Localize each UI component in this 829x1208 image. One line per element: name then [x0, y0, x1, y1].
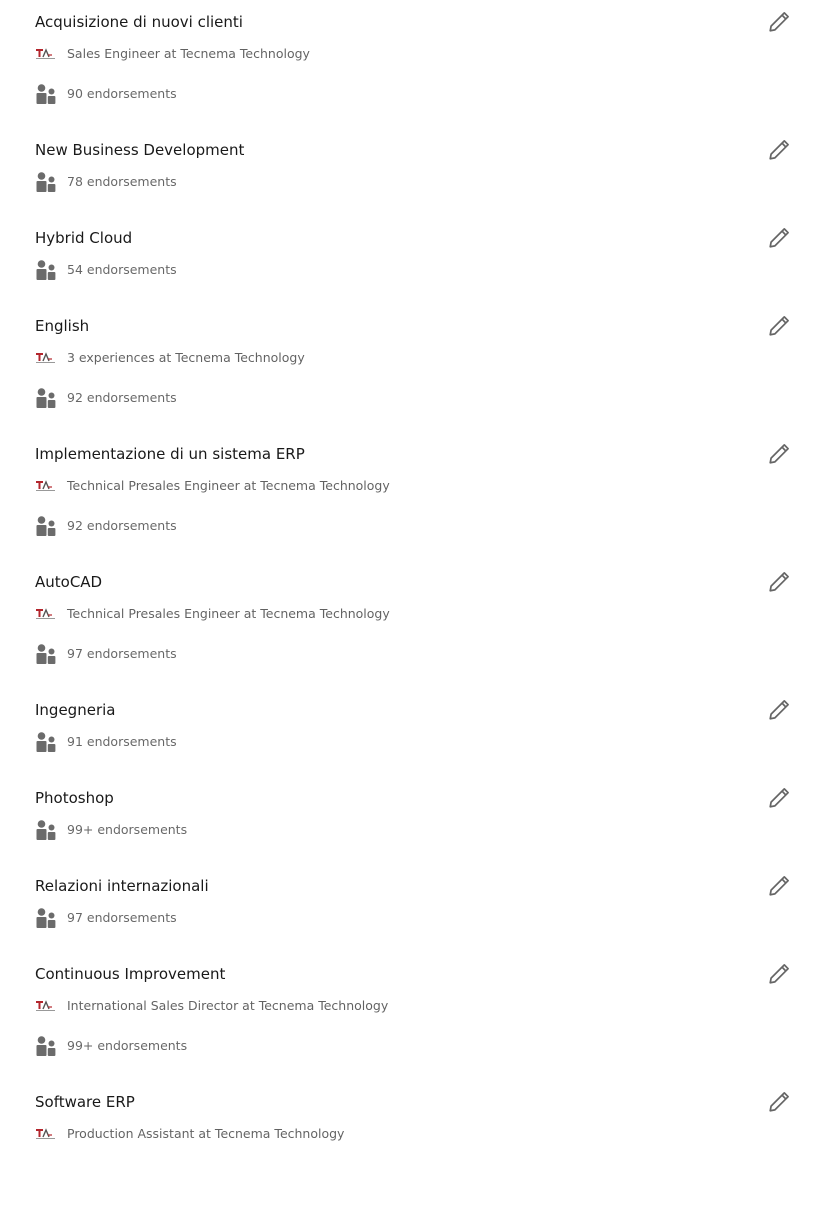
people-icon [35, 514, 57, 538]
edit-skill-button[interactable] [766, 697, 792, 723]
company-logo-icon [35, 474, 57, 498]
skill-endorsements-row[interactable]: 91 endorsements [35, 730, 177, 754]
edit-skill-button[interactable] [766, 961, 792, 987]
skill-title[interactable]: Relazioni internazionali [35, 876, 209, 896]
skill-item: Hybrid Cloud 54 endorsements [0, 216, 829, 304]
people-icon [35, 1034, 57, 1058]
skill-item: Relazioni internazionali 97 endorsements [0, 864, 829, 952]
edit-skill-button[interactable] [766, 441, 792, 467]
pencil-icon [766, 1089, 792, 1115]
skill-item: Software ERP Production Assistant at Tecn… [0, 1080, 829, 1208]
skill-experience-text: Sales Engineer at Tecnema Technology [67, 46, 310, 61]
skill-title[interactable]: Ingegneria [35, 700, 115, 720]
edit-skill-button[interactable] [766, 313, 792, 339]
endorsement-count[interactable]: 99+ endorsements [67, 1038, 187, 1054]
endorsement-count[interactable]: 97 endorsements [67, 910, 177, 926]
endorsement-count[interactable]: 99+ endorsements [67, 822, 187, 838]
skill-experience-text: International Sales Director at Tecnema … [67, 998, 389, 1013]
people-icon [35, 82, 57, 106]
pencil-icon [766, 225, 792, 251]
company-logo-icon [35, 1122, 57, 1146]
skill-endorsements-row[interactable]: 54 endorsements [35, 258, 177, 282]
pencil-icon [766, 441, 792, 467]
endorsement-count[interactable]: 92 endorsements [67, 390, 177, 406]
skill-endorsements-row[interactable]: 97 endorsements [35, 642, 177, 666]
skill-title[interactable]: Software ERP [35, 1092, 135, 1112]
skill-experience-text: Production Assistant at Tecnema Technolo… [67, 1126, 345, 1141]
company-logo-icon [35, 602, 57, 626]
endorsement-count[interactable]: 90 endorsements [67, 86, 177, 102]
skill-item: Photoshop 99+ endorsements [0, 776, 829, 864]
people-icon [35, 258, 57, 282]
skill-title[interactable]: New Business Development [35, 140, 244, 160]
skill-endorsements-row[interactable]: 92 endorsements [35, 386, 177, 410]
people-icon [35, 170, 57, 194]
endorsement-count[interactable]: 91 endorsements [67, 734, 177, 750]
skill-item: English 3 experiences at Tecnema Technolo… [0, 304, 829, 432]
pencil-icon [766, 9, 792, 35]
skill-experience-row: Sales Engineer at Tecnema Technology [35, 42, 310, 66]
skill-experience-row: 3 experiences at Tecnema Technology [35, 346, 305, 370]
skill-endorsements-row[interactable]: 97 endorsements [35, 906, 177, 930]
people-icon [35, 906, 57, 930]
endorsement-count[interactable]: 97 endorsements [67, 646, 177, 662]
skill-experience-text: 3 experiences at Tecnema Technology [67, 350, 305, 365]
edit-skill-button[interactable] [766, 873, 792, 899]
people-icon [35, 386, 57, 410]
skill-item: Acquisizione di nuovi clienti Sales Engin… [0, 0, 829, 128]
endorsement-count[interactable]: 78 endorsements [67, 174, 177, 190]
edit-skill-button[interactable] [766, 9, 792, 35]
skill-experience-row: Production Assistant at Tecnema Technolo… [35, 1122, 344, 1146]
skill-title[interactable]: Photoshop [35, 788, 114, 808]
people-icon [35, 642, 57, 666]
skill-endorsements-row[interactable]: 78 endorsements [35, 170, 177, 194]
skill-experience-text: Technical Presales Engineer at Tecnema T… [67, 606, 390, 621]
skill-experience-row: International Sales Director at Tecnema … [35, 994, 388, 1018]
company-logo-icon [35, 42, 57, 66]
skill-item: Continuous Improvement International Sale… [0, 952, 829, 1080]
skill-item: Ingegneria 91 endorsements [0, 688, 829, 776]
skill-title[interactable]: AutoCAD [35, 572, 102, 592]
edit-skill-button[interactable] [766, 785, 792, 811]
skill-item: AutoCAD Technical Presales Engineer at Te… [0, 560, 829, 688]
skill-title[interactable]: Implementazione di un sistema ERP [35, 444, 305, 464]
people-icon [35, 730, 57, 754]
edit-skill-button[interactable] [766, 569, 792, 595]
pencil-icon [766, 873, 792, 899]
skill-endorsements-row[interactable]: 92 endorsements [35, 514, 177, 538]
skills-list: Acquisizione di nuovi clienti Sales Engin… [0, 0, 829, 1141]
endorsement-count[interactable]: 92 endorsements [67, 518, 177, 534]
edit-skill-button[interactable] [766, 137, 792, 163]
pencil-icon [766, 785, 792, 811]
edit-skill-button[interactable] [766, 225, 792, 251]
skill-item: Implementazione di un sistema ERP Technic… [0, 432, 829, 560]
pencil-icon [766, 961, 792, 987]
endorsement-count[interactable]: 54 endorsements [67, 262, 177, 278]
pencil-icon [766, 569, 792, 595]
skill-title[interactable]: Hybrid Cloud [35, 228, 132, 248]
pencil-icon [766, 697, 792, 723]
skill-endorsements-row[interactable]: 99+ endorsements [35, 818, 187, 842]
company-logo-icon [35, 994, 57, 1018]
pencil-icon [766, 313, 792, 339]
skill-experience-text: Technical Presales Engineer at Tecnema T… [67, 478, 390, 493]
company-logo-icon [35, 346, 57, 370]
skill-title[interactable]: English [35, 316, 89, 336]
skill-experience-row: Technical Presales Engineer at Tecnema T… [35, 474, 390, 498]
edit-skill-button[interactable] [766, 1089, 792, 1115]
skill-item: New Business Development 78 endorsements [0, 128, 829, 216]
skill-endorsements-row[interactable]: 90 endorsements [35, 82, 177, 106]
pencil-icon [766, 137, 792, 163]
people-icon [35, 818, 57, 842]
skill-endorsements-row[interactable]: 99+ endorsements [35, 1034, 187, 1058]
skill-title[interactable]: Acquisizione di nuovi clienti [35, 12, 243, 32]
skill-title[interactable]: Continuous Improvement [35, 964, 225, 984]
skill-experience-row: Technical Presales Engineer at Tecnema T… [35, 602, 390, 626]
